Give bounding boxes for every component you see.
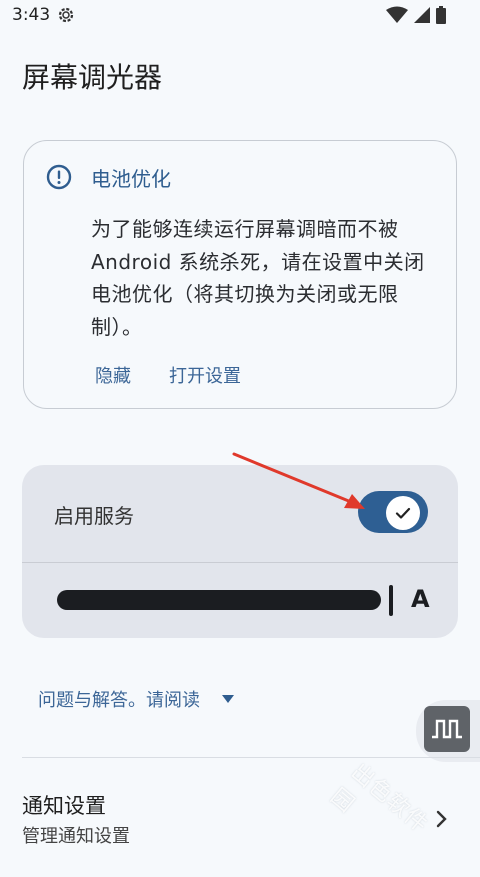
faq-link[interactable]: 问题与解答。请阅读 (38, 686, 200, 712)
brightness-slider-thumb[interactable] (389, 585, 393, 616)
status-icons (386, 6, 446, 24)
alert-circle-icon (46, 164, 72, 190)
open-settings-button[interactable]: 打开设置 (169, 362, 241, 388)
wifi-icon (386, 6, 408, 23)
section-divider (22, 757, 480, 758)
gear-icon (58, 7, 74, 23)
brightness-slider-track[interactable] (57, 590, 381, 610)
floating-pulse-button[interactable] (424, 706, 470, 752)
dropdown-arrow-icon[interactable] (220, 694, 236, 704)
check-icon (395, 507, 411, 519)
annotation-arrow (232, 452, 365, 509)
notification-settings-subtitle: 管理通知设置 (22, 826, 130, 847)
divider (22, 562, 458, 563)
hide-button[interactable]: 隐藏 (95, 362, 131, 388)
pulse-wave-icon (432, 719, 462, 739)
notification-settings-title[interactable]: 通知设置 (22, 790, 106, 820)
toggle-thumb[interactable] (386, 496, 420, 530)
page-title: 屏幕调光器 (22, 61, 163, 94)
watermark: 出色软件园 (325, 759, 433, 838)
battery-icon (436, 6, 446, 24)
slider-end-label: A (411, 585, 430, 613)
enable-service-label: 启用服务 (54, 504, 134, 528)
card-body: 为了能够连续运行屏幕调暗而不被Android 系统杀死，请在设置中关闭电池优化（… (91, 217, 425, 339)
signal-icon (414, 7, 430, 23)
status-time: 3:43 (12, 5, 51, 25)
card-title: 电池优化 (91, 167, 171, 191)
